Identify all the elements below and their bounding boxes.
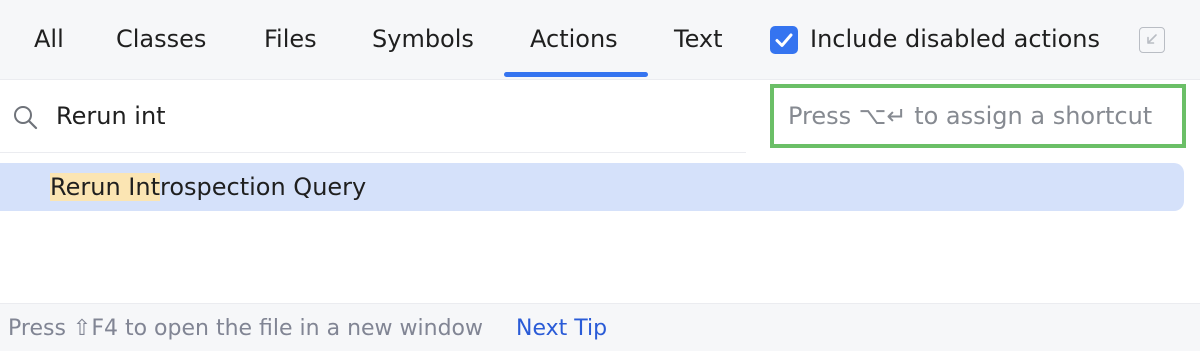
- include-disabled-label[interactable]: Include disabled actions: [810, 0, 1100, 79]
- search-icon: [14, 106, 38, 130]
- tab-files[interactable]: Files: [264, 0, 317, 79]
- assign-shortcut-hint: Press ⌥↵ to assign a shortcut: [770, 84, 1186, 148]
- include-disabled-checkbox[interactable]: [770, 26, 798, 54]
- tab-all[interactable]: All: [34, 0, 64, 79]
- tab-classes[interactable]: Classes: [116, 0, 206, 79]
- selected-tab-indicator: [504, 72, 648, 77]
- collapse-icon[interactable]: [1139, 27, 1165, 53]
- search-input[interactable]: [56, 94, 736, 138]
- tab-bar: All Classes Files Symbols Actions Text I…: [0, 0, 1200, 80]
- footer: Press ⇧F4 to open the file in a new wind…: [0, 303, 1200, 351]
- match-highlight: Rerun Int: [50, 173, 160, 201]
- result-label: Rerun Introspection Query: [50, 163, 366, 211]
- result-row[interactable]: Rerun Introspection Query: [0, 163, 1184, 211]
- footer-tip: Press ⇧F4 to open the file in a new wind…: [8, 316, 483, 341]
- tab-text[interactable]: Text: [674, 0, 723, 79]
- tab-actions[interactable]: Actions: [530, 0, 618, 79]
- next-tip-link[interactable]: Next Tip: [516, 304, 607, 351]
- tab-symbols[interactable]: Symbols: [372, 0, 474, 79]
- checkmark-icon: [775, 33, 793, 47]
- result-label-rest: rospection Query: [159, 173, 367, 201]
